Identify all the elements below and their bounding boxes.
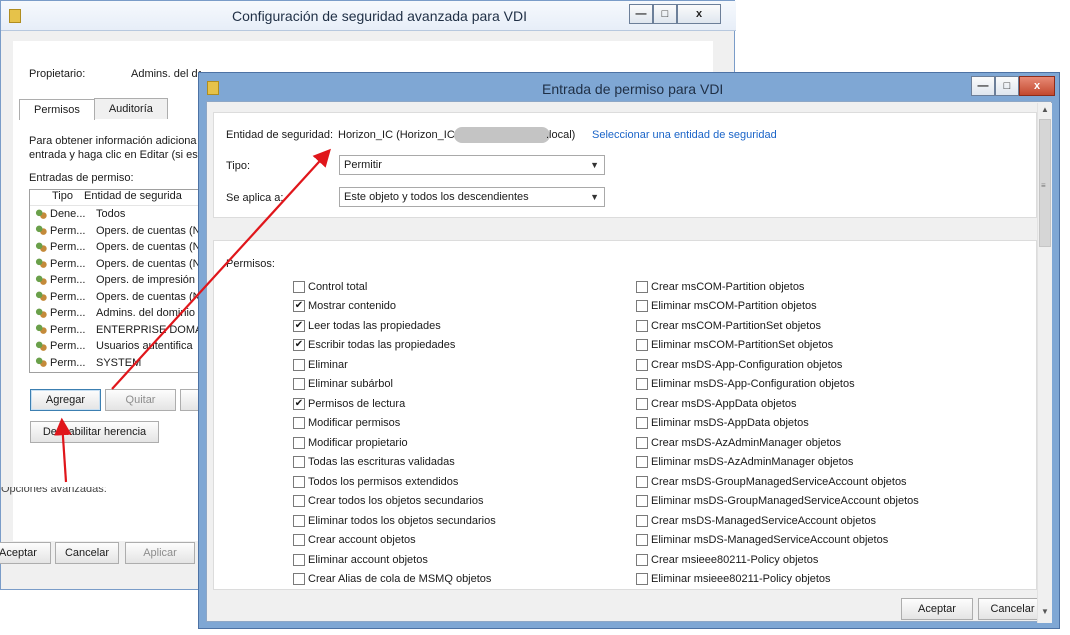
arrow-to-principal (111, 148, 331, 390)
annotation-arrows (54, 148, 331, 483)
arrow-to-add-button (54, 417, 72, 483)
